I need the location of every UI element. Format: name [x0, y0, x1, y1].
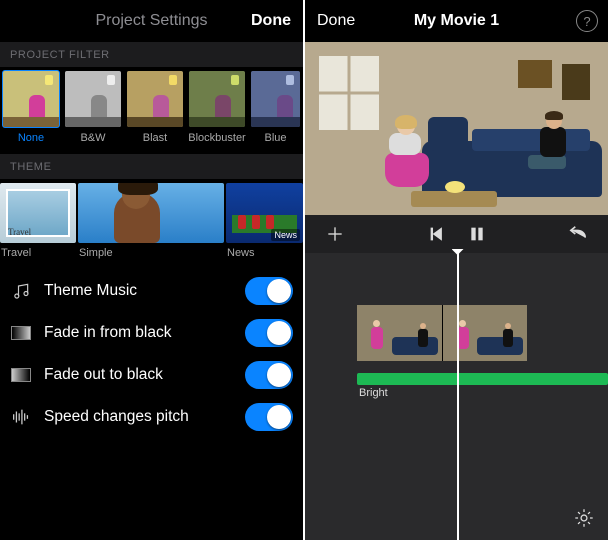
transport-bar	[305, 215, 608, 253]
filter-blue[interactable]: Blue	[248, 67, 303, 154]
video-preview[interactable]	[305, 42, 608, 215]
filter-none-label: None	[18, 132, 44, 144]
section-theme: THEME	[0, 154, 303, 179]
theme-news[interactable]: News News	[226, 183, 303, 264]
theme-news-thumb: News	[226, 183, 303, 243]
section-project-filter: PROJECT FILTER	[0, 42, 303, 67]
waveform-icon	[10, 406, 32, 428]
theme-travel-label: Travel	[0, 247, 76, 259]
filter-bw[interactable]: B&W	[62, 67, 124, 154]
option-fade-out: Fade out to black	[10, 354, 293, 396]
option-fade-out-label: Fade out to black	[44, 366, 245, 384]
filter-bw-thumb	[65, 71, 121, 127]
filter-bw-label: B&W	[80, 132, 105, 144]
filter-none[interactable]: None	[0, 67, 62, 154]
option-speed-pitch-label: Speed changes pitch	[44, 408, 245, 426]
filter-blue-label: Blue	[264, 132, 286, 144]
gear-icon	[573, 507, 595, 529]
fade-out-icon	[10, 364, 32, 386]
filter-blockbuster[interactable]: Blockbuster	[186, 67, 248, 154]
movie-done-button[interactable]: Done	[317, 12, 355, 30]
timeline[interactable]: Bright	[305, 253, 608, 540]
music-note-icon	[10, 280, 32, 302]
filter-row[interactable]: None B&W Blast Blockbuster Blue	[0, 67, 303, 154]
option-theme-music-label: Theme Music	[44, 282, 245, 300]
movie-title: My Movie 1	[414, 12, 499, 30]
filter-blast-label: Blast	[143, 132, 167, 144]
pause-icon	[469, 225, 485, 243]
theme-news-badge: News	[271, 229, 300, 241]
theme-music-toggle[interactable]	[245, 277, 293, 305]
skip-back-button[interactable]	[417, 215, 457, 253]
undo-button[interactable]	[558, 215, 598, 253]
video-track[interactable]	[357, 305, 527, 361]
video-clip-2[interactable]	[442, 305, 528, 361]
project-settings-button[interactable]	[572, 506, 596, 530]
project-settings-pane: Project Settings Done PROJECT FILTER Non…	[0, 0, 303, 540]
option-fade-in: Fade in from black	[10, 312, 293, 354]
theme-travel-thumb: Travel	[0, 183, 76, 243]
audio-clip-label: Bright	[359, 387, 388, 399]
theme-simple-label: Simple	[78, 247, 224, 259]
speed-pitch-toggle[interactable]	[245, 403, 293, 431]
settings-title: Project Settings	[95, 12, 207, 30]
filter-blast[interactable]: Blast	[124, 67, 186, 154]
theme-row[interactable]: Travel Travel Simple News News	[0, 179, 303, 264]
video-clip-1[interactable]	[357, 305, 442, 361]
theme-news-label: News	[226, 247, 303, 259]
help-icon: ?	[583, 14, 590, 29]
settings-done-button[interactable]: Done	[251, 12, 291, 30]
filter-blockbuster-label: Blockbuster	[188, 132, 245, 144]
filter-blast-thumb	[127, 71, 183, 127]
audio-clip[interactable]	[357, 373, 608, 385]
theme-simple-thumb	[78, 183, 224, 243]
option-theme-music: Theme Music	[10, 270, 293, 312]
filter-blue-thumb	[251, 71, 300, 127]
settings-header: Project Settings Done	[0, 0, 303, 42]
fade-in-icon	[10, 322, 32, 344]
option-speed-pitch: Speed changes pitch	[10, 396, 293, 438]
options-list: Theme Music Fade in from black Fade out …	[0, 264, 303, 438]
add-icon	[325, 224, 345, 244]
fade-out-toggle[interactable]	[245, 361, 293, 389]
filter-none-thumb	[3, 71, 59, 127]
undo-icon	[567, 225, 589, 243]
theme-travel[interactable]: Travel Travel	[0, 183, 76, 264]
playhead[interactable]	[457, 253, 459, 540]
movie-header: Done My Movie 1 ?	[305, 0, 608, 42]
filter-blockbuster-thumb	[189, 71, 245, 127]
skip-back-icon	[428, 225, 446, 243]
help-button[interactable]: ?	[576, 10, 598, 32]
theme-simple[interactable]: Simple	[78, 183, 224, 264]
add-media-button[interactable]	[315, 215, 355, 253]
fade-in-toggle[interactable]	[245, 319, 293, 347]
pause-button[interactable]	[457, 215, 497, 253]
option-fade-in-label: Fade in from black	[44, 324, 245, 342]
movie-editor-pane: Done My Movie 1 ?	[305, 0, 608, 540]
